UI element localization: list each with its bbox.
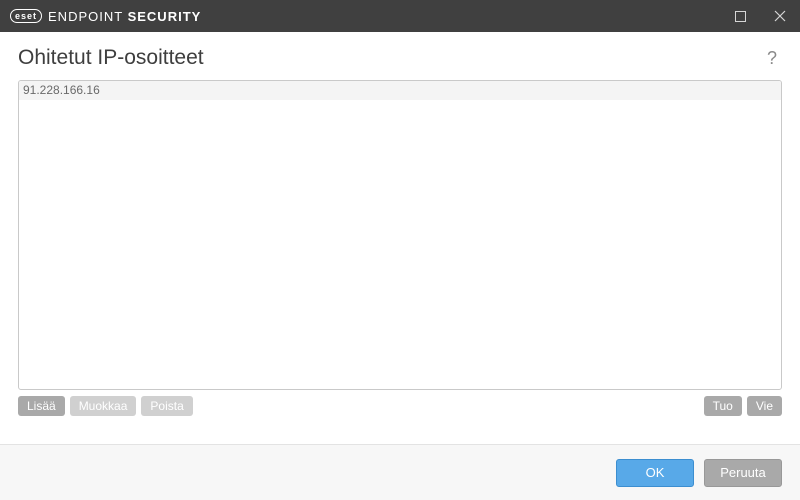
cancel-button[interactable]: Peruuta [704, 459, 782, 487]
close-button[interactable] [760, 0, 800, 32]
edit-button[interactable]: Muokkaa [70, 396, 137, 416]
list-action-row: Lisää Muokkaa Poista Tuo Vie [18, 396, 782, 416]
ip-listbox[interactable]: 91.228.166.16 [18, 80, 782, 390]
help-button[interactable]: ? [762, 48, 782, 69]
brand-text-light: ENDPOINT [48, 9, 128, 24]
brand-badge: eset [10, 9, 42, 23]
brand-text: ENDPOINT SECURITY [48, 9, 201, 24]
brand: eset ENDPOINT SECURITY [10, 9, 201, 24]
header-row: Ohitetut IP-osoitteet ? [18, 46, 782, 70]
list-item[interactable]: 91.228.166.16 [19, 81, 781, 100]
titlebar: eset ENDPOINT SECURITY [0, 0, 800, 32]
maximize-button[interactable] [720, 0, 760, 32]
ok-button[interactable]: OK [616, 459, 694, 487]
dialog-footer: OK Peruuta [0, 444, 800, 500]
import-button[interactable]: Tuo [704, 396, 742, 416]
export-button[interactable]: Vie [747, 396, 782, 416]
app-window: eset ENDPOINT SECURITY Ohitetut IP-osoit… [0, 0, 800, 500]
content-area: Ohitetut IP-osoitteet ? 91.228.166.16 Li… [0, 32, 800, 444]
page-title: Ohitetut IP-osoitteet [18, 46, 762, 70]
close-icon [774, 10, 786, 22]
brand-text-bold: SECURITY [128, 9, 202, 24]
delete-button[interactable]: Poista [141, 396, 192, 416]
window-controls [720, 0, 800, 32]
maximize-icon [735, 11, 746, 22]
add-button[interactable]: Lisää [18, 396, 65, 416]
